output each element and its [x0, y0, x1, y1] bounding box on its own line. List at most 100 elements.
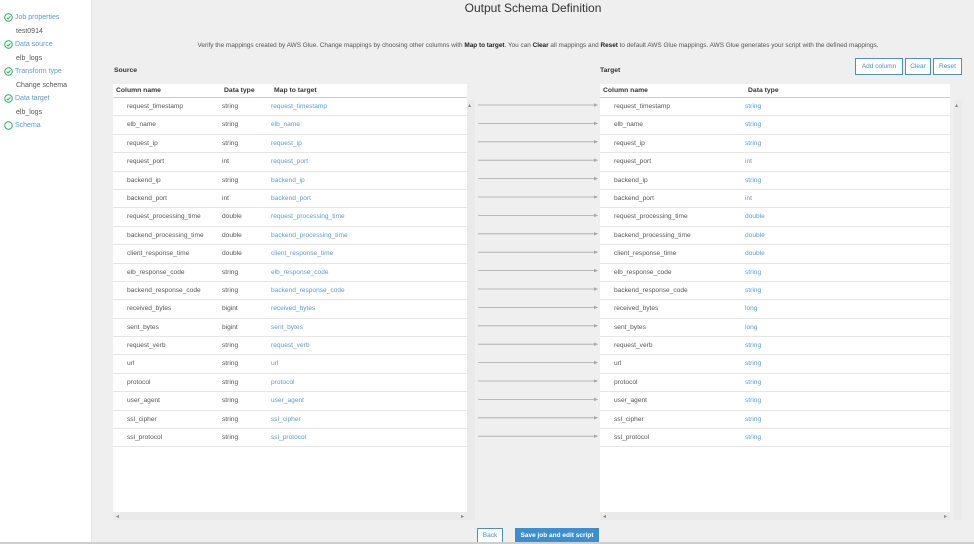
source-data-type: string	[222, 176, 239, 184]
target-header-data-type: Data type	[748, 87, 779, 94]
scroll-left-icon[interactable]: ◂	[603, 513, 606, 520]
target-data-type[interactable]: string	[745, 397, 761, 404]
map-to-target-link[interactable]: ssl_protocol	[271, 434, 306, 441]
source-row: received_bytes bigint received_bytes	[113, 300, 467, 319]
map-to-target-link[interactable]: request_timestamp	[271, 103, 327, 110]
wizard-step-label[interactable]: Data target	[15, 95, 50, 102]
wizard-step[interactable]: Schema	[0, 119, 91, 133]
target-data-type[interactable]: int	[745, 195, 752, 202]
add-column-button[interactable]: Add column	[855, 58, 903, 75]
map-to-target-link[interactable]: backend_port	[271, 195, 311, 202]
target-data-type[interactable]: string	[745, 360, 761, 367]
source-row: request_port int request_port	[113, 153, 467, 172]
wizard-step[interactable]: Job properties	[0, 11, 91, 25]
wizard-step[interactable]: Data target	[0, 92, 91, 106]
source-data-type: string	[222, 268, 239, 276]
arrow-right-icon	[478, 268, 598, 273]
target-data-type[interactable]: double	[745, 250, 765, 257]
scroll-right-icon[interactable]: ▸	[461, 513, 464, 520]
target-data-type[interactable]: string	[745, 177, 761, 184]
map-to-target-link[interactable]: backend_processing_time	[271, 232, 348, 239]
arrow-right-icon	[478, 121, 598, 126]
wizard-step-value: Change schema	[16, 81, 67, 89]
target-data-type[interactable]: double	[745, 232, 765, 239]
target-data-type[interactable]: string	[745, 121, 761, 128]
arrow-right-icon	[478, 158, 598, 162]
arrow-right-icon	[478, 397, 598, 402]
target-data-type[interactable]: string	[745, 287, 761, 294]
source-horizontal-scrollbar[interactable]: ◂ ▸	[113, 512, 467, 520]
source-table-header: Column name Data type Map to target	[113, 84, 467, 98]
back-button[interactable]: Back	[477, 528, 503, 543]
save-job-button[interactable]: Save job and edit script	[515, 528, 599, 543]
target-data-type[interactable]: string	[745, 416, 761, 423]
scroll-left-icon[interactable]: ◂	[116, 513, 119, 520]
wizard-step[interactable]: Transform type	[0, 65, 91, 79]
map-to-target-link[interactable]: url	[271, 360, 278, 367]
map-to-target-link[interactable]: request_verb	[271, 342, 310, 349]
check-circle-icon	[4, 67, 13, 77]
map-to-target-link[interactable]: backend_response_code	[271, 287, 345, 294]
target-column-name: backend_response_code	[614, 286, 688, 294]
target-row: request_timestamp string	[600, 98, 950, 117]
map-to-target-link[interactable]: received_bytes	[271, 305, 315, 312]
page-description: Verify the mappings created by AWS Glue.…	[197, 42, 879, 49]
arrow-right-icon	[478, 176, 598, 181]
target-data-type[interactable]: string	[745, 342, 761, 349]
source-row: ssl_cipher string ssl_cipher	[113, 411, 467, 430]
target-data-type[interactable]: string	[745, 140, 761, 147]
target-data-type[interactable]: string	[745, 269, 761, 276]
target-column-name: request_verb	[614, 342, 653, 350]
source-rows: request_timestampstring request_timestamp…	[113, 98, 467, 448]
wizard-step[interactable]: Data source	[0, 38, 91, 52]
source-row: backend_response_code string backend_respo…	[113, 282, 467, 301]
scroll-up-icon[interactable]: ▴	[468, 102, 471, 109]
source-header-data-type: Data type	[224, 87, 255, 94]
clear-button[interactable]: Clear	[905, 58, 931, 75]
source-data-type: string	[222, 286, 239, 294]
reset-button[interactable]: Reset	[933, 58, 962, 75]
map-to-target-link[interactable]: request_port	[271, 158, 308, 165]
source-row: url string url	[113, 355, 467, 374]
target-horizontal-scrollbar[interactable]: ◂ ▸	[600, 512, 950, 520]
target-data-type[interactable]: double	[745, 213, 765, 220]
arrow-right-icon	[478, 434, 598, 438]
map-to-target-link[interactable]: elb_response_code	[271, 269, 329, 276]
target-data-type[interactable]: string	[745, 379, 761, 386]
target-column-name: request_processing_time	[614, 213, 688, 221]
target-data-type[interactable]: long	[745, 305, 757, 312]
source-vertical-scrollbar[interactable]: ▴	[467, 100, 475, 520]
target-column-name: request_port	[614, 158, 652, 166]
scroll-up-icon[interactable]: ▴	[955, 102, 958, 109]
target-data-type[interactable]: string	[745, 434, 761, 441]
map-to-target-link[interactable]: user_agent	[271, 397, 304, 404]
map-to-target-link[interactable]: protocol	[271, 379, 294, 386]
scroll-right-icon[interactable]: ▸	[944, 513, 947, 520]
target-data-type[interactable]: string	[745, 103, 761, 110]
map-to-target-link[interactable]: sent_bytes	[271, 324, 303, 331]
wizard-step-label[interactable]: Job properties	[15, 14, 59, 21]
wizard-step-label[interactable]: Data source	[15, 41, 53, 48]
target-data-type[interactable]: long	[745, 324, 757, 331]
target-column-name: request_ip	[614, 139, 645, 147]
target-row: backend_response_code string	[600, 282, 950, 301]
target-column-name: received_bytes	[614, 305, 659, 313]
map-to-target-link[interactable]: request_ip	[271, 140, 302, 147]
source-column-name: sent_bytes	[127, 323, 159, 331]
source-column-name: request_verb	[127, 342, 166, 350]
wizard-step-label[interactable]: Transform type	[15, 68, 62, 75]
wizard-step-label[interactable]: Schema	[15, 122, 41, 129]
map-to-target-link[interactable]: request_processing_time	[271, 213, 345, 220]
map-to-target-link[interactable]: ssl_cipher	[271, 416, 301, 423]
source-column-name: backend_port	[127, 194, 167, 202]
map-to-target-link[interactable]: elb_name	[271, 121, 300, 128]
wizard-sidebar: Job properties test0914 Data source elb_log…	[0, 0, 92, 544]
target-vertical-scrollbar[interactable]: ▴	[954, 100, 962, 520]
map-to-target-link[interactable]: backend_ip	[271, 177, 305, 184]
target-header-column-name: Column name	[603, 87, 648, 94]
source-column-name: request_timestamp	[127, 103, 184, 110]
target-row: client_response_time double	[600, 245, 950, 264]
source-column-name: url	[127, 360, 135, 368]
map-to-target-link[interactable]: client_response_time	[271, 250, 333, 257]
target-data-type[interactable]: int	[745, 158, 752, 165]
